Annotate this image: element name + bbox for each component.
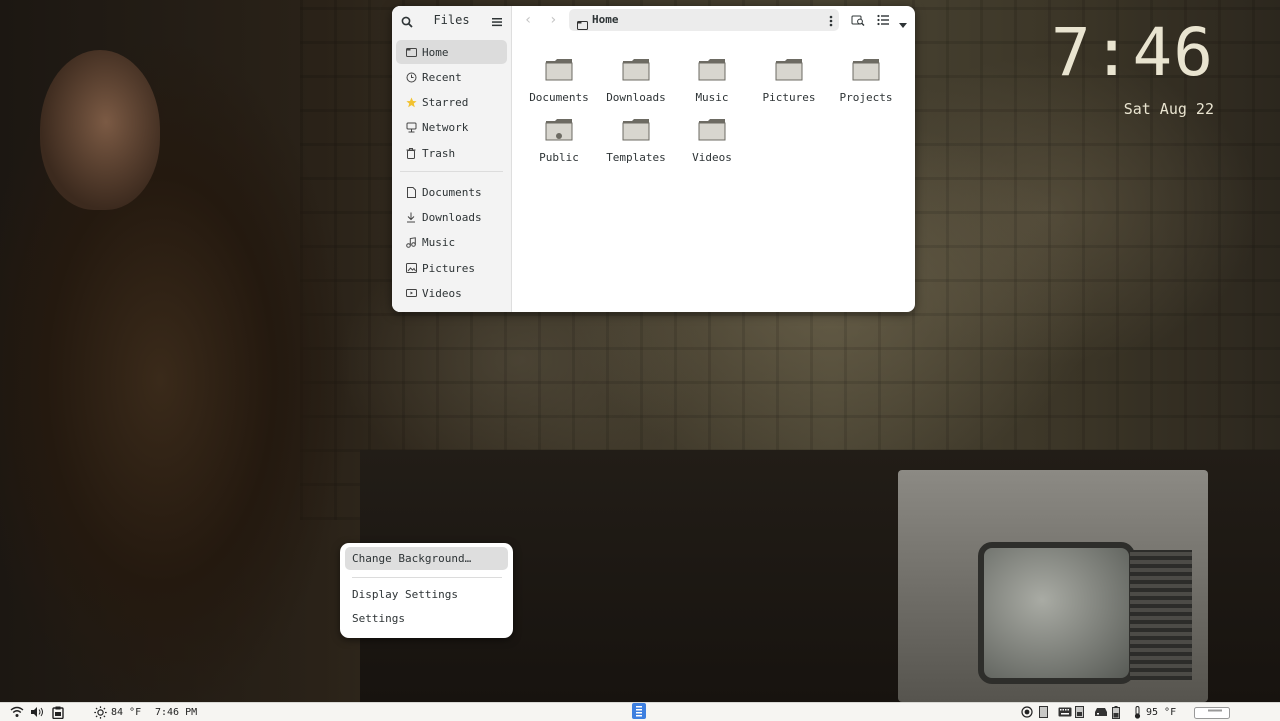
folder-label: Documents	[529, 91, 589, 104]
folder-icon	[698, 59, 726, 81]
path-bar[interactable]: Home	[569, 9, 839, 31]
folder-label: Downloads	[606, 91, 666, 104]
sidebar-item-label: Recent	[422, 70, 462, 84]
folder-label: Pictures	[762, 91, 816, 104]
folder-icon	[577, 15, 588, 34]
sidebar-item-network[interactable]: Network	[396, 116, 507, 140]
sidebar-item-starred[interactable]: Starred	[396, 91, 507, 115]
sidebar-item-trash[interactable]: Trash	[396, 141, 507, 165]
sidebar-item-pictures[interactable]: Pictures	[396, 256, 507, 280]
files-toolbar: ‹ › Home	[512, 6, 915, 34]
sidebar-item-videos[interactable]: Videos	[396, 281, 507, 305]
folder-item-videos[interactable]: Videos	[674, 111, 750, 169]
thermometer-icon[interactable]	[1134, 705, 1141, 719]
picture-icon	[405, 262, 417, 274]
panel-clock[interactable]: 7:46 PM	[155, 705, 197, 719]
menu-item-settings[interactable]: Settings	[345, 607, 508, 630]
wallpaper-monitor	[898, 470, 1208, 702]
system-temperature: 95 °F	[1146, 706, 1177, 718]
sidebar-item-label: Home	[422, 45, 449, 59]
keyboard-icon[interactable]	[1058, 705, 1072, 719]
recent-icon	[405, 71, 417, 83]
folder-icon	[545, 59, 573, 81]
wallpaper-figure	[0, 20, 370, 710]
storage-icon[interactable]	[1075, 705, 1084, 719]
folder-item-documents[interactable]: Documents	[521, 51, 597, 109]
star-icon	[405, 97, 417, 109]
folder-item-downloads[interactable]: Downloads	[598, 51, 674, 109]
weather-temperature: 84 °F	[111, 706, 142, 718]
search-folder-icon[interactable]	[851, 12, 865, 31]
path-label: Home	[592, 13, 619, 26]
back-arrow-icon[interactable]: ‹	[524, 12, 532, 28]
clipboard-icon[interactable]	[52, 705, 64, 719]
wallpaper-monitor-vent	[1130, 550, 1192, 680]
drive-icon[interactable]	[1094, 705, 1108, 719]
download-icon	[405, 211, 417, 223]
wifi-icon[interactable]	[10, 705, 24, 719]
desktop-clock-time: 7:46	[1051, 14, 1214, 91]
list-view-icon[interactable]	[876, 12, 890, 31]
folder-item-public[interactable]: Public	[521, 111, 597, 169]
show-desktop-button[interactable]	[1194, 706, 1230, 720]
forward-arrow-icon[interactable]: ›	[549, 12, 557, 28]
sidebar-item-label: Downloads	[422, 210, 482, 224]
folder-icon	[698, 119, 726, 141]
menu-item-change-background[interactable]: Change Background…	[345, 547, 508, 570]
network-icon	[405, 122, 417, 134]
menu-item-display-settings[interactable]: Display Settings	[345, 583, 508, 606]
folder-label: Projects	[839, 91, 893, 104]
menu-divider	[352, 577, 502, 578]
files-sidebar: Files Home Recent Starred Network Trash …	[392, 6, 512, 312]
sidebar-list: Home Recent Starred Network Trash Docume…	[396, 40, 507, 307]
battery-icon[interactable]	[1112, 705, 1120, 719]
wallpaper-monitor-screen	[978, 542, 1135, 684]
home-icon	[405, 46, 417, 58]
public-folder-icon	[545, 119, 573, 141]
folder-item-music[interactable]: Music	[674, 51, 750, 109]
folder-label: Public	[539, 151, 579, 164]
sidebar-item-downloads[interactable]: Downloads	[396, 205, 507, 229]
music-icon	[405, 237, 417, 249]
sidebar-header: Files	[392, 6, 511, 34]
folder-icon	[622, 119, 650, 141]
trash-icon	[405, 147, 417, 159]
workspace-indicator-icon[interactable]	[632, 703, 646, 719]
sidebar-item-label: Videos	[422, 286, 462, 300]
sidebar-divider	[400, 171, 503, 173]
folder-item-projects[interactable]: Projects	[828, 51, 904, 109]
folder-item-pictures[interactable]: Pictures	[751, 51, 827, 109]
bottom-panel: 84 °F 7:46 PM 95 °F	[0, 702, 1280, 721]
folder-label: Templates	[606, 151, 666, 164]
folder-icon	[852, 59, 880, 81]
desktop-clock-date: Sat Aug 22	[1123, 100, 1214, 118]
hamburger-menu-icon[interactable]	[491, 13, 503, 32]
folder-icon	[775, 59, 803, 81]
cpu-icon[interactable]	[1021, 705, 1033, 719]
folder-label: Music	[695, 91, 729, 104]
volume-icon[interactable]	[30, 705, 44, 719]
wallpaper-figure-head	[40, 50, 160, 210]
sidebar-item-home[interactable]: Home	[396, 40, 507, 64]
sidebar-item-label: Trash	[422, 146, 456, 160]
sidebar-item-documents[interactable]: Documents	[396, 180, 507, 204]
sidebar-item-music[interactable]: Music	[396, 231, 507, 255]
vertical-dots-icon[interactable]	[827, 13, 835, 32]
folder-label: Videos	[692, 151, 732, 164]
weather-sun-icon[interactable]	[94, 705, 107, 719]
sidebar-item-label: Documents	[422, 185, 482, 199]
files-window[interactable]: Files Home Recent Starred Network Trash …	[392, 6, 915, 312]
video-icon	[405, 287, 417, 299]
document-icon	[405, 186, 417, 198]
folder-icon	[622, 59, 650, 81]
folder-item-templates[interactable]: Templates	[598, 111, 674, 169]
sidebar-item-label: Network	[422, 121, 469, 135]
desktop-context-menu: Change Background… Display Settings Sett…	[340, 543, 513, 638]
sidebar-item-recent[interactable]: Recent	[396, 65, 507, 89]
memory-icon[interactable]	[1039, 705, 1048, 719]
sidebar-item-label: Music	[422, 236, 456, 250]
sidebar-item-label: Pictures	[422, 261, 475, 275]
chevron-down-icon[interactable]	[898, 15, 908, 34]
sidebar-item-label: Starred	[422, 96, 469, 110]
